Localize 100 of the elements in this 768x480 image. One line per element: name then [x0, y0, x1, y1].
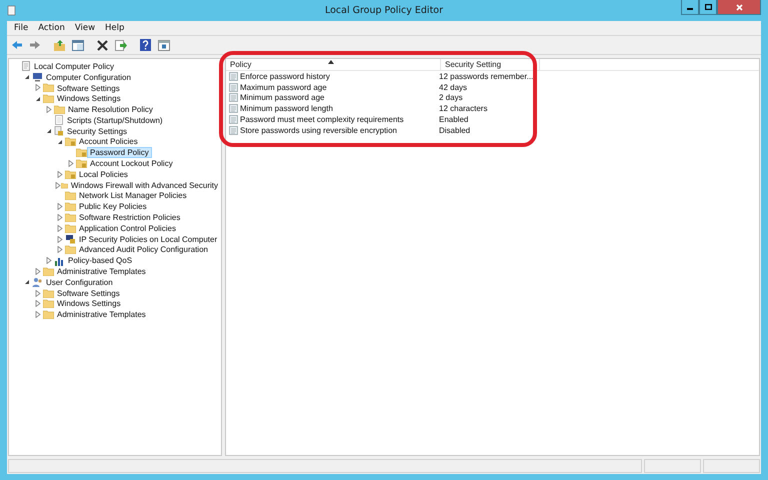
up-folder-button[interactable]: [52, 38, 67, 52]
bar-chart-icon: [54, 256, 65, 266]
tree-item[interactable]: Windows Firewall with Advanced Security: [68, 180, 221, 191]
collapsed-arrow-icon[interactable]: [46, 257, 52, 264]
policy-icon: [229, 104, 238, 114]
policy-name: Enforce password history: [240, 72, 330, 81]
collapsed-arrow-icon[interactable]: [57, 214, 63, 222]
menu-item[interactable]: Help: [100, 23, 130, 33]
locked-folder-icon: [76, 148, 87, 158]
policy-icon: [229, 126, 238, 135]
setting-cell-text: 42 days: [438, 82, 468, 92]
collapsed-arrow-icon[interactable]: [35, 268, 41, 276]
policy-icon: [229, 93, 238, 102]
tree-item[interactable]: Account Lockout Policy: [87, 158, 176, 170]
tree-item[interactable]: Scripts (Startup/Shutdown): [64, 114, 166, 126]
folder-icon: [43, 310, 54, 320]
users-icon: [32, 277, 43, 288]
policy-name: Password must meet complexity requirements: [240, 115, 404, 124]
network-security-icon: [65, 234, 76, 244]
show-tree-button[interactable]: [70, 38, 85, 52]
maximize-button[interactable]: [699, 0, 717, 15]
tree-item[interactable]: Password Policy: [87, 147, 152, 158]
app-icon: [7, 5, 17, 16]
collapsed-arrow-icon[interactable]: [57, 246, 63, 254]
collapsed-arrow-icon[interactable]: [55, 182, 62, 189]
menu-item[interactable]: File: [9, 23, 34, 33]
menu-item[interactable]: View: [70, 23, 100, 33]
collapsed-arrow-icon[interactable]: [57, 170, 63, 178]
collapsed-arrow-icon[interactable]: [35, 84, 41, 92]
tree-item[interactable]: Administrative Templates: [54, 266, 149, 278]
tree-item[interactable]: Advanced Audit Policy Configuration: [76, 244, 211, 256]
setting-cell-text: Enabled: [438, 115, 468, 124]
collapsed-arrow-icon[interactable]: [57, 203, 63, 210]
tree-item[interactable]: Name Resolution Policy: [65, 104, 156, 116]
policy-icon: [229, 82, 238, 92]
policy-name: Minimum password length: [240, 104, 333, 114]
tree-item[interactable]: User Configuration: [43, 276, 116, 288]
setting-cell-text: 12 passwords remember...: [438, 72, 534, 81]
collapsed-arrow-icon[interactable]: [35, 300, 41, 308]
locked-folder-icon: [65, 170, 76, 179]
window-title: Local Group Policy Editor: [324, 5, 444, 16]
policy-name: Minimum password age: [240, 93, 324, 102]
help-button[interactable]: [138, 38, 153, 52]
setting-cell-text: 2 days: [438, 93, 463, 102]
tree-item[interactable]: Windows Settings: [54, 93, 124, 104]
close-icon: [736, 4, 742, 10]
tree-item[interactable]: Administrative Templates: [54, 309, 149, 320]
tree-item[interactable]: Public Key Policies: [76, 201, 150, 212]
setting-cell-text: Disabled: [438, 126, 470, 135]
tree-item[interactable]: Account Policies: [76, 136, 141, 148]
expanded-arrow-icon[interactable]: [46, 128, 52, 134]
security-icon: [54, 126, 64, 136]
tree-item[interactable]: Windows Settings: [54, 298, 124, 310]
policy-name: Maximum password age: [240, 82, 327, 92]
tree-item[interactable]: Software Restriction Policies: [76, 212, 184, 224]
collapsed-arrow-icon[interactable]: [35, 290, 41, 297]
tree-item[interactable]: Local Computer Policy: [31, 60, 118, 72]
tree-item[interactable]: Computer Configuration: [43, 72, 134, 83]
folder-icon: [43, 83, 54, 92]
locked-folder-icon: [76, 159, 87, 168]
folder-icon: [43, 94, 54, 104]
tree-item[interactable]: Local Policies: [76, 168, 131, 180]
tree-item[interactable]: IP Security Policies on Local Computer: [76, 234, 220, 245]
tree-item[interactable]: Software Settings: [54, 82, 123, 94]
document-icon: [21, 61, 31, 72]
folder-icon: [43, 288, 54, 298]
computer-icon: [32, 72, 43, 82]
folder-icon: [54, 105, 65, 114]
tree-item[interactable]: Network List Manager Policies: [76, 190, 190, 202]
collapsed-arrow-icon[interactable]: [68, 160, 74, 168]
folder-icon: [65, 202, 76, 212]
collapsed-arrow-icon[interactable]: [46, 106, 52, 114]
properties-button[interactable]: [156, 38, 171, 52]
setting-cell-text: 12 characters: [438, 104, 488, 114]
delete-button[interactable]: [95, 38, 110, 52]
tree-item[interactable]: Software Settings: [54, 288, 123, 299]
folder-icon: [43, 267, 54, 276]
expanded-arrow-icon[interactable]: [35, 96, 41, 102]
collapsed-arrow-icon[interactable]: [57, 236, 63, 243]
collapsed-arrow-icon[interactable]: [35, 311, 41, 318]
folder-icon: [65, 213, 76, 222]
collapsed-arrow-icon[interactable]: [57, 224, 63, 232]
minimize-button[interactable]: [681, 0, 699, 15]
menu-item[interactable]: Action: [33, 23, 70, 33]
column-header[interactable]: Policy: [226, 59, 441, 70]
expanded-arrow-icon[interactable]: [57, 138, 63, 145]
policy-icon: [229, 115, 238, 124]
column-header[interactable]: Security Setting: [441, 59, 540, 70]
expanded-arrow-icon[interactable]: [24, 279, 30, 286]
folder-icon: [43, 299, 54, 308]
tree-item[interactable]: Security Settings: [64, 126, 130, 137]
tree-item[interactable]: Application Control Policies: [76, 222, 179, 234]
sort-arrow-icon: [328, 60, 334, 64]
folder-icon: [65, 224, 76, 233]
tree-item[interactable]: Policy-based QoS: [65, 255, 136, 266]
policy-name: Store passwords using reversible encryption: [240, 126, 397, 135]
locked-folder-icon: [65, 137, 76, 146]
folder-icon: [65, 245, 76, 254]
expanded-arrow-icon[interactable]: [24, 74, 30, 80]
close-button[interactable]: [717, 0, 761, 15]
